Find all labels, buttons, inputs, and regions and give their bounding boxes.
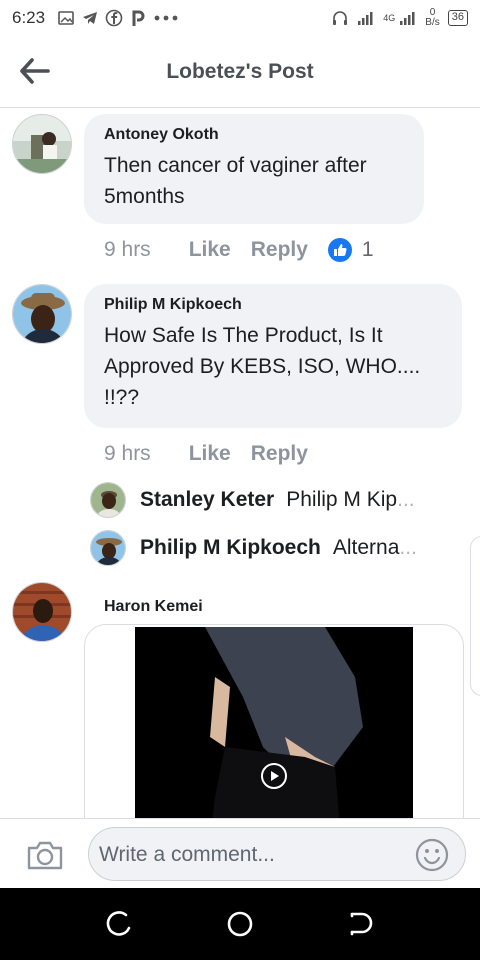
reply-author[interactable]: Philip M Kipkoech xyxy=(140,536,321,560)
camera-icon xyxy=(27,841,63,870)
comment-author[interactable]: Haron Kemei xyxy=(104,598,203,616)
profile-photo xyxy=(13,285,71,343)
reply-preview[interactable]: Stanley Keter Philip M Kip... xyxy=(90,482,415,518)
play-button[interactable] xyxy=(261,763,287,789)
notification-icons xyxy=(57,9,181,27)
video-thumbnail[interactable] xyxy=(135,627,413,818)
avatar-philip-m-kipkoech[interactable] xyxy=(90,530,126,566)
reply-ellipsis: ... xyxy=(399,536,417,559)
recents-button[interactable] xyxy=(106,910,134,938)
reply-text: Alterna xyxy=(332,536,400,559)
comments-list[interactable]: Antoney Okoth Then cancer of vaginer aft… xyxy=(0,108,480,818)
profile-photo xyxy=(91,483,125,517)
comment-author[interactable]: Antoney Okoth xyxy=(104,126,404,144)
camera-button[interactable] xyxy=(26,839,64,871)
thumbs-up-icon xyxy=(333,244,347,256)
reply-preview[interactable]: Philip M Kipkoech Alterna... xyxy=(90,530,417,566)
home-button[interactable] xyxy=(226,910,254,938)
status-bar: 6:23 4G 0 B/s 36 xyxy=(0,0,480,36)
avatar-antoney-okoth[interactable] xyxy=(12,114,72,174)
reaction-badge[interactable] xyxy=(327,238,352,262)
reply-button[interactable]: Reply xyxy=(251,442,308,466)
comment-text: Then cancer of vaginer after 5months xyxy=(104,154,367,208)
avatar-philip-m-kipkoech[interactable] xyxy=(12,284,72,344)
comment-text: How Safe Is The Product, Is It Approved … xyxy=(104,324,421,409)
comment-input[interactable] xyxy=(99,840,399,870)
page-title: Lobetez's Post xyxy=(166,60,314,83)
network-type: 4G xyxy=(383,13,396,23)
system-nav-bar xyxy=(0,888,480,960)
comment-box[interactable] xyxy=(88,827,466,881)
home-icon xyxy=(227,911,253,937)
play-icon xyxy=(271,771,279,781)
comment-actions: 9 hrs Like Reply xyxy=(104,442,328,466)
like-button[interactable]: Like xyxy=(189,238,231,262)
emoji-button[interactable] xyxy=(415,838,449,872)
comment-composer xyxy=(0,818,480,888)
net-speed: 0 B/s xyxy=(425,8,439,28)
profile-photo xyxy=(91,531,125,565)
headphones-icon xyxy=(333,11,348,25)
net-speed-unit: B/s xyxy=(425,17,440,28)
comment-bubble[interactable]: Antoney Okoth Then cancer of vaginer aft… xyxy=(84,114,424,224)
gallery-notification-icon xyxy=(58,11,74,25)
reply-text: Philip M Kip xyxy=(286,488,398,511)
comment-actions: 9 hrs Like Reply 1 xyxy=(104,238,374,262)
avatar-stanley-keter[interactable] xyxy=(90,482,126,518)
video-attachment-card[interactable] xyxy=(84,624,464,818)
comment-time[interactable]: 9 hrs xyxy=(104,238,151,262)
facebook-notification-icon xyxy=(105,9,123,27)
like-button[interactable]: Like xyxy=(189,442,231,466)
back-nav-icon xyxy=(350,912,373,936)
post-header: Lobetez's Post xyxy=(0,36,480,108)
adjacent-card-edge xyxy=(470,536,480,696)
reply-author[interactable]: Stanley Keter xyxy=(140,488,274,512)
comment-bubble[interactable]: Philip M Kipkoech How Safe Is The Produc… xyxy=(84,284,462,428)
telegram-notification-icon xyxy=(83,12,98,24)
signal-icon xyxy=(358,12,373,25)
recents-icon xyxy=(106,911,131,936)
profile-photo xyxy=(13,583,71,641)
profile-photo xyxy=(13,115,71,173)
more-notifications-icon xyxy=(154,15,178,21)
back-nav-button[interactable] xyxy=(346,910,374,938)
comment-time[interactable]: 9 hrs xyxy=(104,442,151,466)
battery-indicator: 36 xyxy=(447,10,468,26)
signal-icon-2 xyxy=(400,12,415,25)
pinterest-notification-icon xyxy=(132,10,145,26)
reply-button[interactable]: Reply xyxy=(251,238,308,262)
status-time: 6:23 xyxy=(12,8,46,27)
comment-author[interactable]: Philip M Kipkoech xyxy=(104,296,442,314)
smiley-icon xyxy=(415,838,449,872)
reply-ellipsis: ... xyxy=(397,488,415,511)
avatar-haron-kemei[interactable] xyxy=(12,582,72,642)
reaction-count: 1 xyxy=(361,238,374,261)
status-right: 4G 0 B/s 36 xyxy=(331,8,468,28)
